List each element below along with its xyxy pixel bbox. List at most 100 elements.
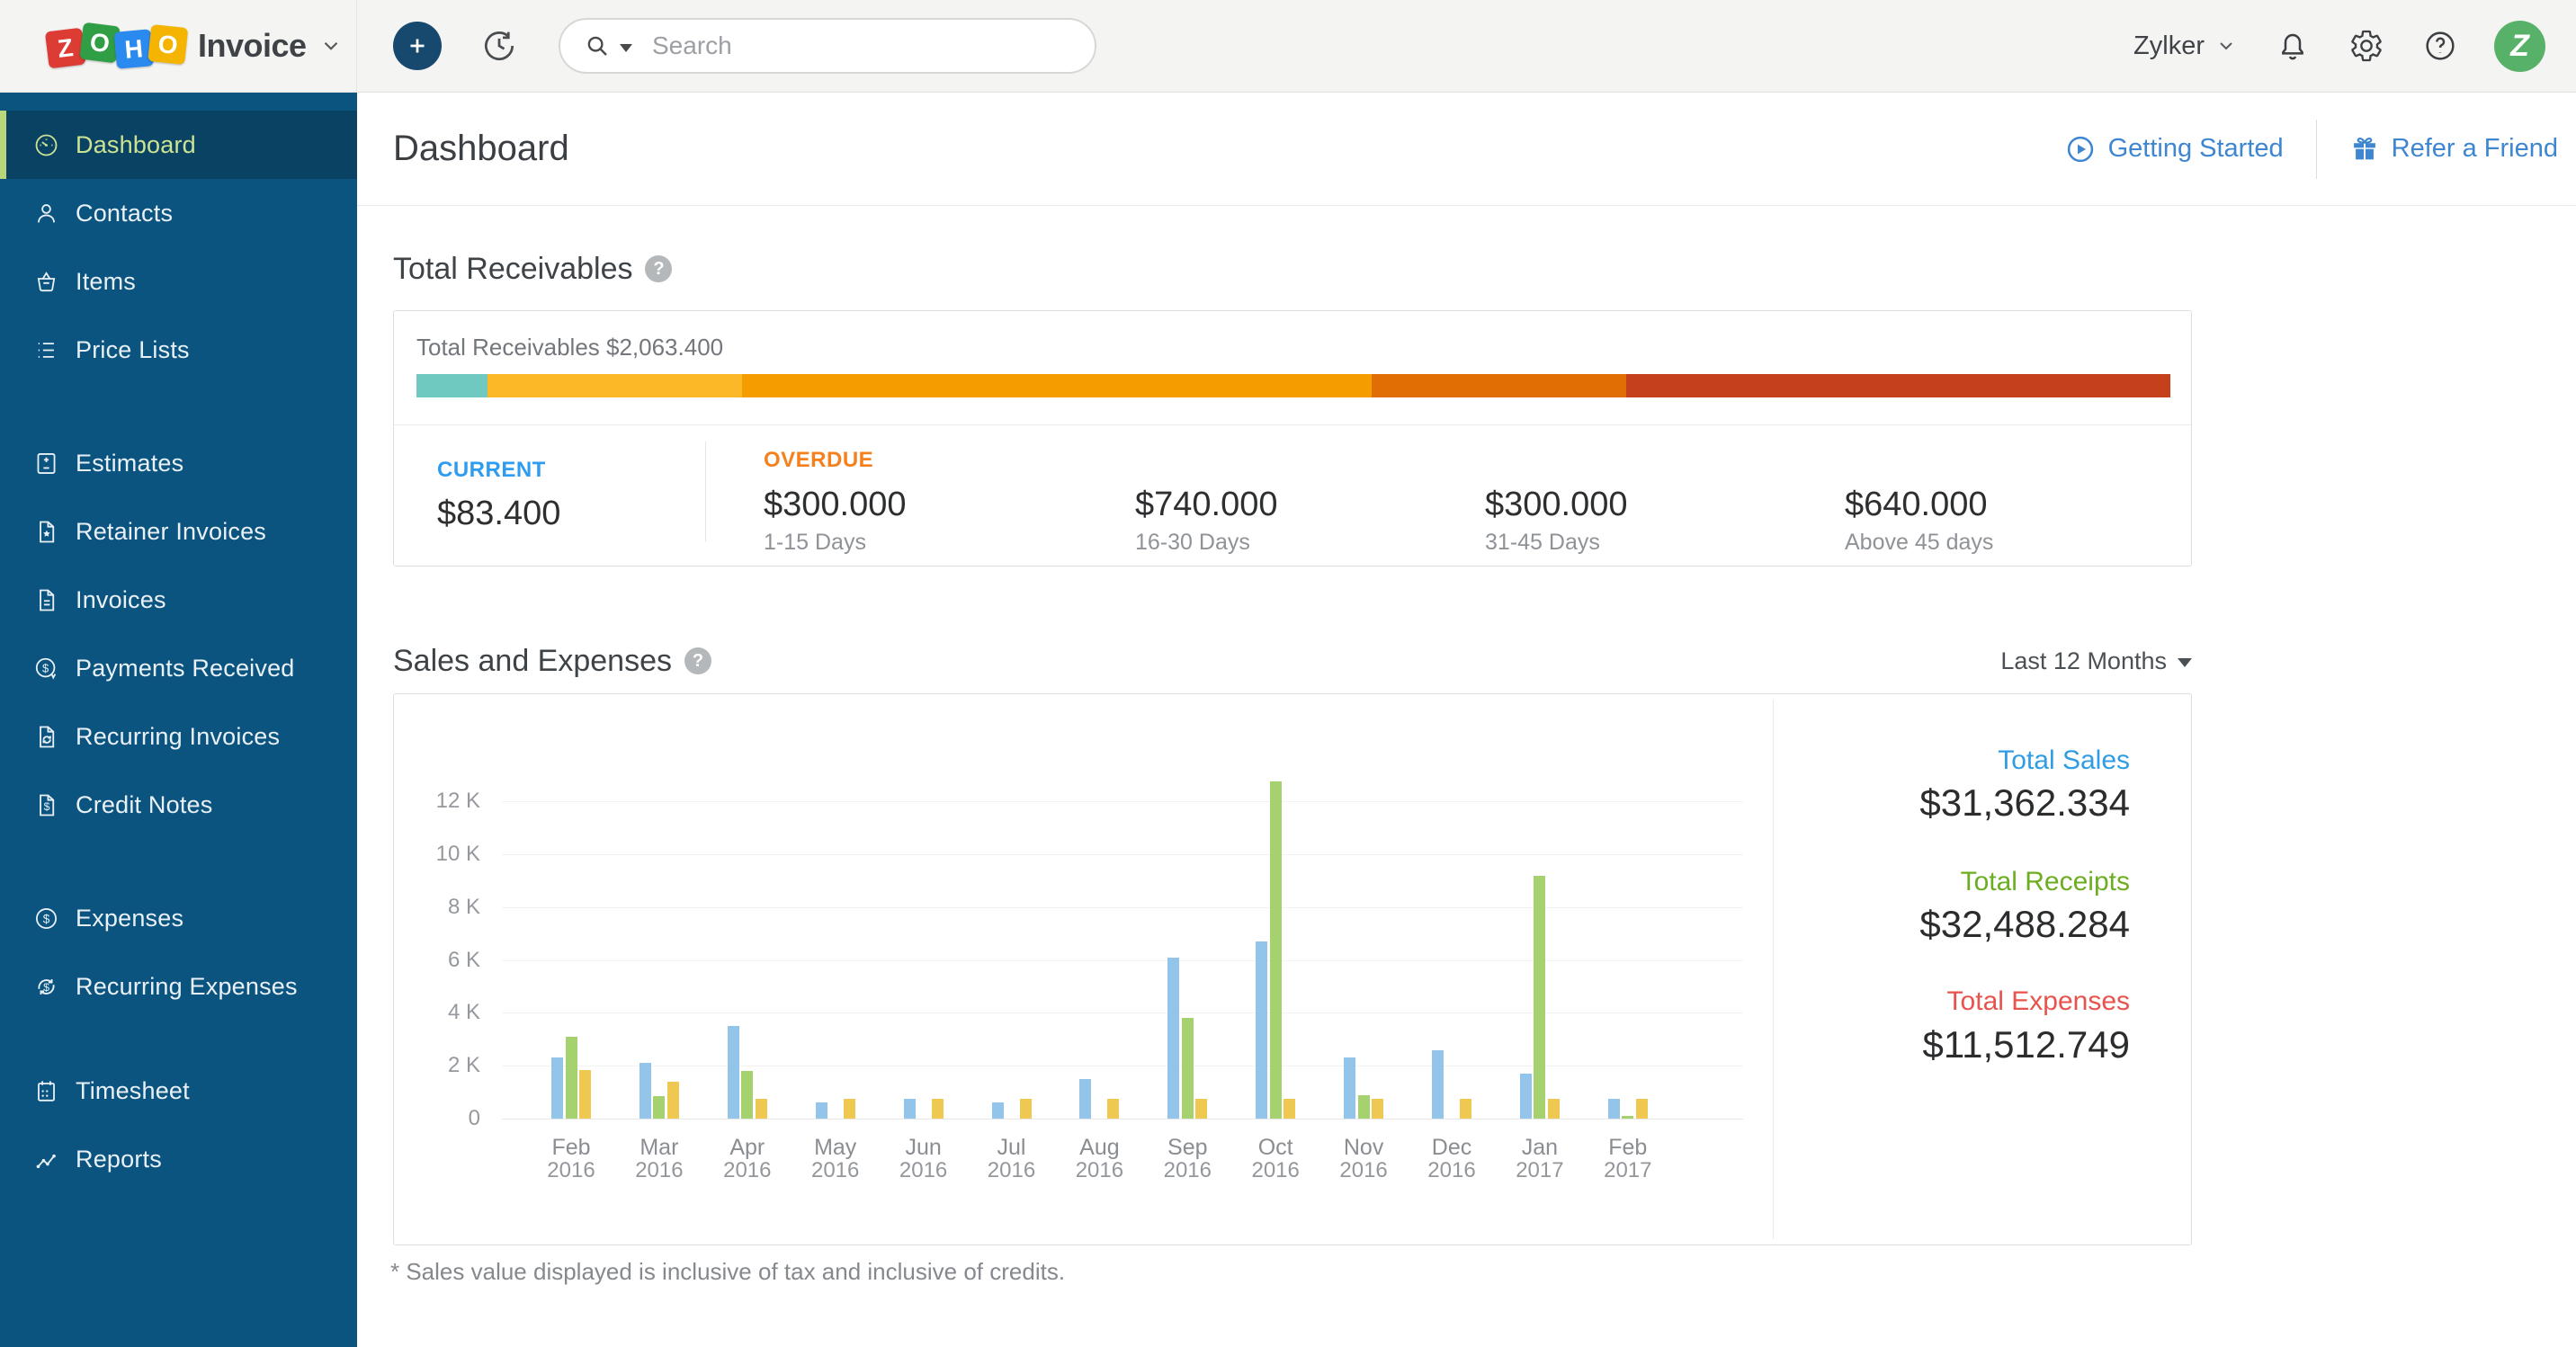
bucket-amount: $640.000 [1845,484,2133,525]
bar-expenses-jul-2016[interactable] [1020,1099,1032,1119]
sidebar-item-recurring-invoices[interactable]: Recurring Invoices [0,702,357,771]
org-switcher[interactable]: Zylker [2133,31,2237,61]
sales-expenses-chart-card: 02 K4 K6 K8 K10 K12 KFeb2016Mar2016Apr20… [393,693,2192,1245]
help-button[interactable] [2422,28,2458,64]
bar-expenses-oct-2016[interactable] [1284,1099,1295,1119]
bar-receipts-feb-2017[interactable] [1622,1116,1633,1119]
sidebar-item-payments-received[interactable]: $Payments Received [0,634,357,702]
bucket-amount: $740.000 [1135,484,1423,525]
product-name: Invoice [198,27,307,65]
total-label-total-expenses: Total Expenses [1752,985,2130,1019]
x-axis-tick-label: Mar2016 [616,1137,702,1182]
sidebar-item-credit-notes[interactable]: $Credit Notes [0,771,357,839]
refer-a-friend-label: Refer a Friend [2392,134,2558,164]
getting-started-link[interactable]: Getting Started [2064,133,2284,165]
sidebar-item-reports[interactable]: Reports [0,1125,357,1193]
help-badge-icon[interactable]: ? [645,255,672,282]
bar-expenses-dec-2016[interactable] [1460,1099,1471,1119]
refer-a-friend-link[interactable]: Refer a Friend [2349,134,2558,165]
bar-expenses-sep-2016[interactable] [1195,1099,1207,1119]
bar-receipts-mar-2016[interactable] [653,1096,665,1119]
sales-section-title: Sales and Expenses [393,644,672,679]
bar-expenses-may-2016[interactable] [844,1099,855,1119]
svg-text:$: $ [43,980,49,993]
sidebar-item-retainer-invoices[interactable]: Retainer Invoices [0,497,357,566]
notifications-button[interactable] [2275,28,2311,64]
page-title: Dashboard [393,129,569,169]
sidebar-item-label: Reports [76,1146,162,1173]
receivables-bar-segment-overdue-1-15 [487,374,743,397]
bar-sales-oct-2016[interactable] [1256,941,1267,1119]
document-star-icon [32,518,60,546]
bar-receipts-sep-2016[interactable] [1182,1018,1194,1119]
search-bar[interactable] [559,18,1096,74]
bar-sales-may-2016[interactable] [816,1102,827,1119]
reports-icon [32,1146,60,1173]
receivables-bar-segment-overdue-16-30 [742,374,1371,397]
bar-expenses-jan-2017[interactable] [1548,1099,1560,1119]
document-dollar-icon: $ [32,791,60,819]
bar-sales-feb-2017[interactable] [1608,1099,1620,1119]
bar-sales-feb-2016[interactable] [551,1057,563,1119]
bar-sales-mar-2016[interactable] [640,1063,651,1119]
bar-sales-sep-2016[interactable] [1167,958,1179,1119]
search-input[interactable] [652,31,1071,60]
bar-sales-jan-2017[interactable] [1520,1074,1532,1119]
recent-history-button[interactable] [479,26,519,66]
total-value-total-sales: $31,362.334 [1752,781,2130,825]
receivables-aging-bar [416,374,2170,397]
bar-sales-aug-2016[interactable] [1079,1079,1091,1119]
bar-sales-nov-2016[interactable] [1344,1057,1355,1119]
play-circle-icon [2064,133,2097,165]
bar-sales-jul-2016[interactable] [992,1102,1004,1119]
search-scope-caret-icon[interactable] [620,44,632,52]
quick-create-button[interactable] [393,22,442,70]
dashboard-icon [32,131,60,159]
list-icon [32,336,60,364]
settings-button[interactable] [2348,28,2384,64]
sidebar-item-estimates[interactable]: Estimates [0,429,357,497]
x-axis-tick-label: Apr2016 [704,1137,791,1182]
sidebar-item-label: Recurring Expenses [76,973,298,1001]
current-label: CURRENT [437,456,662,485]
bar-expenses-mar-2016[interactable] [667,1082,679,1119]
sidebar-item-expenses[interactable]: $Expenses [0,884,357,952]
plus-icon [404,32,431,59]
bucket-period: 31-45 Days [1485,530,1773,555]
bar-sales-apr-2016[interactable] [728,1026,739,1119]
chart-gridline [502,907,1743,908]
bar-receipts-nov-2016[interactable] [1358,1095,1370,1119]
help-badge-icon[interactable]: ? [684,647,711,674]
sidebar-item-invoices[interactable]: Invoices [0,566,357,634]
sidebar-item-recurring-expenses[interactable]: $ Recurring Expenses [0,952,357,1021]
bucket-period: 16-30 Days [1135,530,1423,555]
bar-expenses-feb-2016[interactable] [579,1070,591,1119]
date-range-dropdown[interactable]: Last 12 Months [2000,647,2192,675]
user-avatar[interactable]: Z [2494,21,2545,72]
bucket-amount: $300.000 [1485,484,1773,525]
sidebar-item-timesheet[interactable]: Timesheet [0,1057,357,1125]
bar-expenses-jun-2016[interactable] [932,1099,944,1119]
sidebar-item-label: Timesheet [76,1077,190,1105]
bar-sales-jun-2016[interactable] [904,1099,916,1119]
receivables-card: Total Receivables $2,063.400 CURRENT $83… [393,310,2192,566]
sidebar-item-contacts[interactable]: Contacts [0,179,357,247]
sidebar-item-items[interactable]: Items [0,247,357,316]
chevron-down-icon [319,34,343,58]
bar-expenses-aug-2016[interactable] [1107,1099,1119,1119]
sidebar-item-price-lists[interactable]: Price Lists [0,316,357,384]
bar-receipts-apr-2016[interactable] [741,1071,753,1119]
bar-expenses-apr-2016[interactable] [756,1099,767,1119]
bar-expenses-feb-2017[interactable] [1636,1099,1648,1119]
app-logo[interactable]: ZOHO Invoice [0,0,357,92]
bar-expenses-nov-2016[interactable] [1372,1099,1383,1119]
total-label-total-receipts: Total Receipts [1752,865,2130,899]
bar-receipts-feb-2016[interactable] [566,1037,577,1119]
bar-receipts-jan-2017[interactable] [1534,876,1545,1119]
receivables-bar-segment-overdue-above-45 [1626,374,2170,397]
bar-receipts-oct-2016[interactable] [1270,781,1282,1119]
gear-icon [2348,28,2384,64]
gift-icon [2349,134,2380,165]
sidebar-item-dashboard[interactable]: Dashboard [0,111,357,179]
bar-sales-dec-2016[interactable] [1432,1050,1444,1119]
